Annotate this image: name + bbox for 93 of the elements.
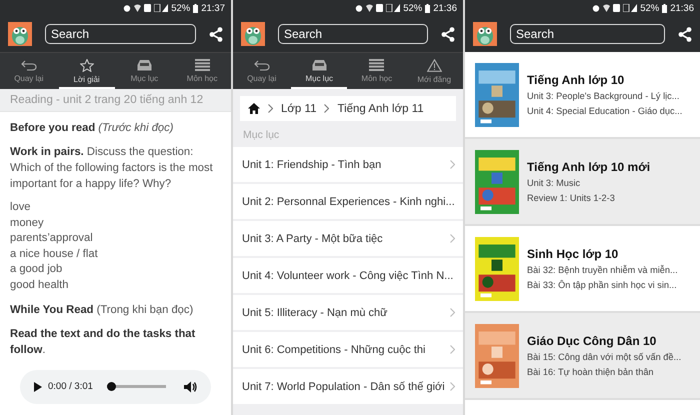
share-icon[interactable] bbox=[441, 26, 455, 42]
list-icon bbox=[194, 59, 210, 71]
list-line: a nice house / flat bbox=[10, 246, 99, 262]
time-label: 0:00 / 3:01 bbox=[48, 381, 93, 392]
tray-icon bbox=[312, 59, 327, 71]
paragraph: While You Read (Trong khi bạn đọc) bbox=[10, 302, 194, 318]
seek-thumb[interactable] bbox=[106, 382, 116, 392]
battery-percent: 52% bbox=[640, 2, 660, 14]
tab[interactable]: Mới đăng bbox=[406, 53, 462, 89]
unit-item[interactable]: Unit 7: World Population - Dân số thế giới bbox=[233, 369, 463, 404]
list-line: money bbox=[10, 216, 45, 231]
chevron-icon bbox=[450, 160, 455, 169]
share-icon[interactable] bbox=[678, 26, 692, 42]
tab[interactable]: Môn học bbox=[174, 53, 230, 89]
unit-title: Unit 3: A Party - Một bữa tiệc bbox=[242, 232, 383, 244]
unit-title: Unit 4: Volunteer work - Công việc Tình N... bbox=[242, 270, 454, 282]
wifi-icon bbox=[603, 4, 610, 12]
unit-item[interactable]: Unit 6: Competitions - Những cuộc thi bbox=[233, 332, 463, 367]
volume-icon[interactable] bbox=[184, 380, 197, 393]
lesson-link[interactable]: Bài 16: Tự hoàn thiện bản thân bbox=[527, 366, 682, 378]
wifi-icon bbox=[134, 4, 142, 12]
lesson-link[interactable]: Bài 15: Công dân với một số vấn đề... bbox=[527, 350, 682, 362]
book-title: Tiếng Anh lớp 10 mới bbox=[527, 160, 650, 174]
chevron-icon bbox=[324, 104, 330, 113]
unit-item[interactable]: Unit 1: Friendship - Tình bạn bbox=[233, 147, 463, 182]
wifi-icon bbox=[366, 4, 374, 12]
chevron-icon bbox=[268, 104, 273, 113]
section-label: Mục lục bbox=[242, 128, 280, 143]
paragraph: Read the text and do the tasks that follow. bbox=[10, 326, 196, 358]
lesson-link[interactable]: Bài 33: Ôn tập phần sinh học vi sin... bbox=[527, 278, 678, 290]
book-card[interactable]: Giáo Dục Công Dân 10 Bài 15: Công dân với một số vấn đề... Bài 16: Tự hoàn thiện bản thân bbox=[465, 313, 700, 400]
breadcrumb-link[interactable]: Tiếng Anh lớp 11 bbox=[337, 102, 424, 114]
signal-icon bbox=[154, 4, 168, 12]
book-title: Tiếng Anh lớp 10 bbox=[527, 72, 626, 86]
search-field[interactable]: Search bbox=[45, 24, 196, 44]
breadcrumb-link[interactable]: Lớp 11 bbox=[281, 102, 316, 114]
list-icon bbox=[369, 59, 384, 71]
lesson-link[interactable]: Review 1: Units 1-2-3 bbox=[527, 192, 650, 204]
back-icon bbox=[254, 60, 270, 70]
unit-title: Unit 5: Illiteracy - Nạn mù chữ bbox=[242, 306, 388, 318]
home-icon[interactable] bbox=[248, 103, 260, 114]
chevron-icon bbox=[450, 308, 455, 317]
unit-item[interactable]: Unit 2: Personnal Experiences - Kinh nghi... bbox=[233, 184, 463, 219]
battery-percent: 52% bbox=[403, 2, 422, 14]
share-icon[interactable] bbox=[209, 26, 223, 42]
unit-item[interactable]: Unit 4: Volunteer work - Công việc Tình N... bbox=[233, 258, 463, 293]
lesson-link[interactable]: Unit 3: People's Background - Lý lịc... bbox=[527, 90, 682, 102]
owl-logo-icon[interactable] bbox=[8, 22, 32, 46]
paragraph: Before you read (Trước khi đọc) bbox=[10, 121, 174, 136]
tray-icon bbox=[136, 59, 152, 71]
unit-title: Unit 6: Competitions - Những cuộc thi bbox=[242, 344, 426, 356]
lesson-title: Reading - unit 2 trang 20 tiếng anh 12 bbox=[0, 89, 231, 112]
battery-icon bbox=[662, 4, 668, 12]
status-time: 21:36 bbox=[433, 2, 457, 14]
warning-icon bbox=[426, 58, 442, 72]
back-icon bbox=[20, 60, 37, 70]
battery-percent: 52% bbox=[171, 2, 190, 14]
lesson-link[interactable]: Unit 4: Special Education - Giáo dục... bbox=[527, 104, 682, 116]
status-time: 21:37 bbox=[201, 2, 225, 14]
star-icon bbox=[80, 58, 94, 72]
book-title: Giáo Dục Công Dân 10 bbox=[527, 334, 658, 348]
unit-title: Unit 7: World Population - Dân số thế giới bbox=[242, 380, 445, 392]
status-time: 21:36 bbox=[670, 2, 694, 14]
book-card[interactable]: Tiếng Anh lớp 10 mới Unit 3: Music Review 1: Units 1-2-3 bbox=[465, 139, 700, 226]
book-title: Sinh Học lớp 10 bbox=[527, 246, 620, 260]
lesson-link[interactable]: Unit 3: Music bbox=[527, 176, 650, 188]
tab[interactable]: Mục lục bbox=[291, 53, 348, 89]
tab[interactable]: Môn học bbox=[348, 53, 405, 89]
chevron-icon bbox=[450, 234, 455, 243]
list-line: parents’approval bbox=[10, 231, 94, 246]
list-line: a good job bbox=[10, 262, 64, 278]
unit-title: Unit 1: Friendship - Tình bạn bbox=[242, 158, 382, 170]
chevron-icon bbox=[450, 382, 455, 391]
tab[interactable]: Quay lại bbox=[234, 53, 290, 89]
paragraph: Work in pairs. Discuss the question: Which of the following factors is the most important for a happy life? Why? bbox=[10, 145, 214, 192]
unit-item[interactable]: Unit 3: A Party - Một bữa tiệc bbox=[233, 221, 463, 256]
unit-title: Unit 2: Personnal Experiences - Kinh nghi... bbox=[242, 196, 455, 208]
list-line: love bbox=[10, 200, 32, 215]
battery-icon bbox=[193, 4, 198, 12]
search-field[interactable]: Search bbox=[510, 24, 665, 44]
tab[interactable]: Mục lục bbox=[116, 53, 172, 89]
signal-icon bbox=[623, 4, 638, 12]
play-icon[interactable] bbox=[34, 382, 42, 392]
search-field[interactable]: Search bbox=[278, 24, 428, 44]
tab[interactable]: Quay lại bbox=[0, 53, 57, 89]
owl-logo-icon[interactable] bbox=[473, 22, 497, 46]
owl-logo-icon[interactable] bbox=[241, 22, 265, 46]
chevron-icon bbox=[450, 345, 455, 354]
signal-icon bbox=[386, 4, 400, 12]
unit-item[interactable]: Unit 5: Illiteracy - Nạn mù chữ bbox=[233, 295, 463, 330]
list-line: good health bbox=[10, 278, 70, 293]
battery-icon bbox=[425, 4, 430, 12]
lesson-link[interactable]: Bài 32: Bệnh truyền nhiễm và miễn... bbox=[527, 264, 678, 276]
